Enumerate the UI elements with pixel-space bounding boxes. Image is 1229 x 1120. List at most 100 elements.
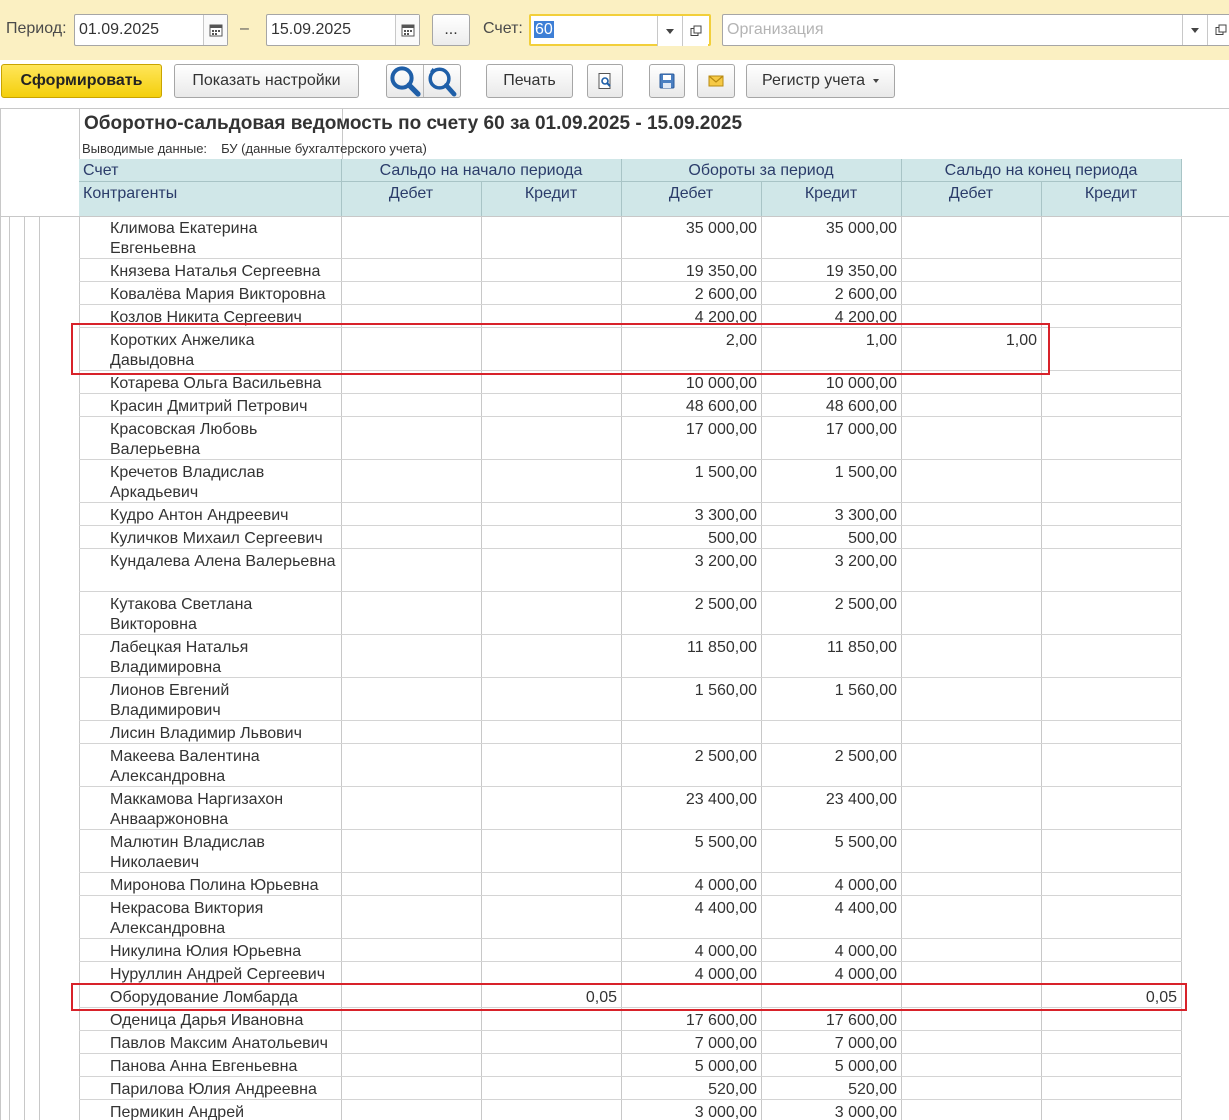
header-closing-credit: Кредит	[1084, 185, 1138, 202]
table-row[interactable]: Никулина Юлия Юрьевна 4 000,00 4 000,00	[79, 939, 1182, 962]
counterparty-name: Кундалева Алена Валерьевна	[110, 553, 336, 570]
organization-dropdown-button[interactable]	[1182, 15, 1207, 45]
table-row[interactable]: Кудро Антон Андреевич 3 300,00 3 300,00	[79, 503, 1182, 526]
save-button[interactable]	[649, 64, 685, 98]
amount-cell-td: 17 000,00	[685, 421, 757, 438]
amount-cell-tc: 1 560,00	[834, 682, 897, 699]
organization-placeholder: Организация	[727, 21, 824, 38]
counterparty-name: Миронова Полина Юрьевна	[110, 877, 319, 894]
report-top-border	[0, 108, 1229, 109]
amount-cell-tc: 3 200,00	[834, 553, 897, 570]
print-preview-button[interactable]	[587, 64, 623, 98]
amount-cell-td: 23 400,00	[685, 791, 757, 808]
table-row[interactable]: Нуруллин Андрей Сергеевич 4 000,00 4 000,0…	[79, 962, 1182, 985]
print-button[interactable]: Печать	[486, 64, 573, 98]
table-row[interactable]: Миронова Полина Юрьевна 4 000,00 4 000,00	[79, 873, 1182, 896]
email-button[interactable]	[697, 64, 735, 98]
amount-cell-tc: 7 000,00	[834, 1035, 897, 1052]
date-from-value: 01.09.2025	[79, 21, 160, 38]
amount-cell-tc: 48 600,00	[825, 398, 897, 415]
header-closing-balance: Сальдо на конец периода	[944, 162, 1138, 179]
account-dropdown-button[interactable]	[657, 16, 682, 46]
table-row[interactable]: Кундалева Алена Валерьевна 3 200,00 3 200,…	[79, 549, 1182, 592]
table-row[interactable]: Оденица Дарья Ивановна 17 600,00 17 600,00	[79, 1008, 1182, 1031]
table-row[interactable]: Климова Екатерина Евгеньевна 35 000,00 35 …	[79, 216, 1182, 259]
amount-cell-td: 3 300,00	[694, 507, 757, 524]
amount-cell-tc: 4 000,00	[834, 966, 897, 983]
group-level-line	[24, 216, 25, 1120]
show-settings-button[interactable]: Показать настройки	[174, 64, 359, 98]
amount-cell-td: 5 500,00	[694, 834, 757, 851]
table-row[interactable]: Красовская Любовь Валерьевна 17 000,00 17 …	[79, 417, 1182, 460]
table-row[interactable]: Павлов Максим Анатольевич 7 000,00 7 000,0…	[79, 1031, 1182, 1054]
print-preview-icon	[598, 73, 611, 89]
amount-cell-tc: 3 000,00	[834, 1104, 897, 1120]
amount-cell-td: 10 000,00	[685, 375, 757, 392]
organization-open-button[interactable]	[1207, 15, 1229, 45]
date-from-calendar-button[interactable]	[203, 15, 227, 45]
table-row[interactable]: Маккамова Наргизахон Анвааржоновна 23 400…	[79, 787, 1182, 830]
amount-cell-tc: 17 000,00	[825, 421, 897, 438]
table-row[interactable]: Лабецкая Наталья Владимировна 11 850,00 11…	[79, 635, 1182, 678]
header-opening-balance: Сальдо на начало периода	[379, 162, 583, 179]
amount-cell-td: 1 560,00	[694, 682, 757, 699]
generate-button[interactable]: Сформировать	[1, 64, 162, 98]
filter-bar: Период: 01.09.2025 – 15.09.2025 ... Счет…	[0, 0, 1229, 60]
counterparty-name: Лисин Владимир Львович	[110, 725, 302, 742]
amount-cell-td: 4 000,00	[694, 966, 757, 983]
table-row[interactable]: Красин Дмитрий Петрович 48 600,00 48 600,0…	[79, 394, 1182, 417]
amount-cell-td: 2 500,00	[694, 748, 757, 765]
date-from-field[interactable]: 01.09.2025	[74, 14, 228, 46]
counterparty-name: Ковалёва Мария Викторовна	[110, 286, 326, 303]
table-row[interactable]: Парилова Юлия Андреевна 520,00 520,00	[79, 1077, 1182, 1100]
highlight-box	[71, 983, 1187, 1011]
table-row[interactable]: Кречетов Владислав Аркадьевич 1 500,00 1 5…	[79, 460, 1182, 503]
counterparty-name: Некрасова Виктория Александровна	[110, 900, 264, 937]
table-row[interactable]: Ковалёва Мария Викторовна 2 600,00 2 600,0…	[79, 282, 1182, 305]
table-row[interactable]: Князева Наталья Сергеевна 19 350,00 19 350…	[79, 259, 1182, 282]
gutter-line	[0, 108, 1, 1120]
table-row[interactable]: Куличков Михаил Сергеевич 500,00 500,00	[79, 526, 1182, 549]
table-row[interactable]: Лионов Евгений Владимирович 1 560,00 1 560…	[79, 678, 1182, 721]
counterparty-name: Кутакова Светлана Викторовна	[110, 596, 253, 633]
register-dropdown-button[interactable]: Регистр учета	[746, 64, 895, 98]
period-select-button[interactable]: ...	[432, 14, 470, 46]
header-counterparties: Контрагенты	[83, 185, 178, 202]
table-row[interactable]: Панова Анна Евгеньевна 5 000,00 5 000,00	[79, 1054, 1182, 1077]
search-refresh-button[interactable]	[423, 65, 459, 97]
amount-cell-tc: 19 350,00	[825, 263, 897, 280]
counterparty-name: Красин Дмитрий Петрович	[110, 398, 308, 415]
organization-field[interactable]: Организация	[722, 14, 1229, 46]
table-row[interactable]: Кутакова Светлана Викторовна 2 500,00 2 50…	[79, 592, 1182, 635]
table-row[interactable]: Пермикин Андрей 3 000,00 3 000,00	[79, 1100, 1182, 1120]
counterparty-name: Лабецкая Наталья Владимировна	[110, 639, 249, 676]
amount-cell-td: 17 600,00	[685, 1012, 757, 1029]
table-row[interactable]: Некрасова Виктория Александровна 4 400,00…	[79, 896, 1182, 939]
table-row[interactable]: Макеева Валентина Александровна 2 500,00 2…	[79, 744, 1182, 787]
account-field[interactable]: 60	[529, 14, 711, 46]
date-to-calendar-button[interactable]	[395, 15, 419, 45]
amount-cell-td: 11 850,00	[687, 639, 757, 656]
amount-cell-tc: 2 500,00	[834, 596, 897, 613]
counterparty-name: Никулина Юлия Юрьевна	[110, 943, 302, 960]
amount-cell-td: 3 000,00	[694, 1104, 757, 1120]
amount-cell-tc: 1 500,00	[834, 464, 897, 481]
register-button-label: Регистр учета	[761, 72, 866, 89]
counterparty-name: Кудро Антон Андреевич	[110, 507, 289, 524]
group-level-line	[9, 216, 10, 1120]
amount-cell-tc: 4 000,00	[834, 877, 897, 894]
header-turnover-credit: Кредит	[804, 185, 858, 202]
search-button[interactable]	[387, 65, 423, 97]
amount-cell-td: 1 500,00	[694, 464, 757, 481]
table-row[interactable]: Малютин Владислав Николаевич 5 500,00 5 50…	[79, 830, 1182, 873]
calendar-icon	[209, 24, 222, 37]
date-to-field[interactable]: 15.09.2025	[266, 14, 420, 46]
amount-cell-td: 5 000,00	[694, 1058, 757, 1075]
amount-cell-tc: 4 000,00	[834, 943, 897, 960]
period-label: Период:	[6, 20, 67, 37]
table-row[interactable]: Лисин Владимир Львович	[79, 721, 1182, 744]
counterparty-name: Малютин Владислав Николаевич	[110, 834, 265, 871]
account-open-button[interactable]	[682, 16, 708, 46]
counterparty-name: Котарева Ольга Васильевна	[110, 375, 322, 392]
period-dash: –	[240, 20, 249, 37]
